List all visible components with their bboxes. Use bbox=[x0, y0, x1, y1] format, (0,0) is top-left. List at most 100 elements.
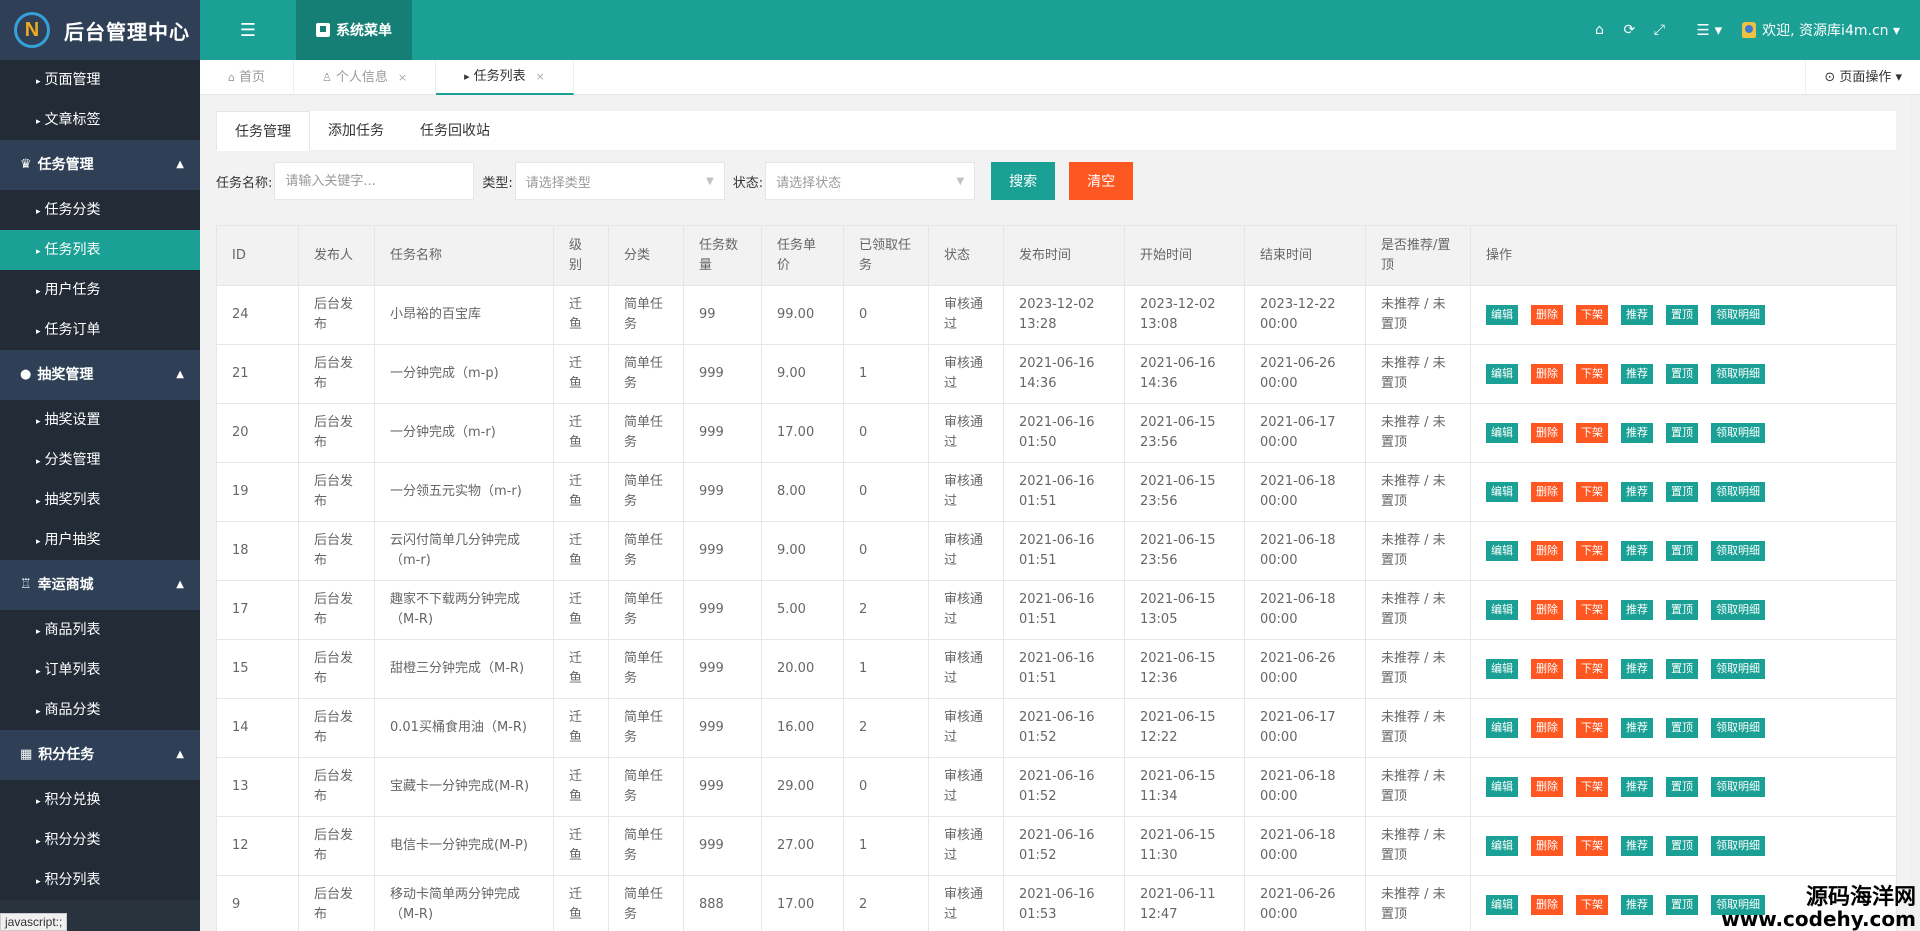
unlist-button[interactable]: 下架 bbox=[1576, 423, 1608, 443]
recommend-button[interactable]: 推荐 bbox=[1621, 895, 1653, 915]
sidebar-item-user-task[interactable]: ▸ 用户任务 bbox=[0, 270, 200, 310]
recommend-button[interactable]: 推荐 bbox=[1621, 541, 1653, 561]
edit-button[interactable]: 编辑 bbox=[1486, 600, 1518, 620]
tab-task-list[interactable]: ▸ 任务列表 × bbox=[436, 60, 574, 95]
unlist-button[interactable]: 下架 bbox=[1576, 836, 1608, 856]
edit-button[interactable]: 编辑 bbox=[1486, 482, 1518, 502]
pin-top-button[interactable]: 置顶 bbox=[1666, 423, 1698, 443]
unlist-button[interactable]: 下架 bbox=[1576, 895, 1608, 915]
logo-area[interactable]: N 后台管理中心 bbox=[0, 0, 200, 60]
sidebar-item-points-category[interactable]: ▸ 积分分类 bbox=[0, 820, 200, 860]
tab-task-manage[interactable]: 任务管理 bbox=[216, 111, 310, 151]
refresh-icon[interactable]: ⟳ bbox=[1614, 22, 1644, 38]
edit-button[interactable]: 编辑 bbox=[1486, 305, 1518, 325]
claim-detail-button[interactable]: 领取明细 bbox=[1711, 836, 1765, 856]
pin-top-button[interactable]: 置顶 bbox=[1666, 364, 1698, 384]
sidebar-item-task-category[interactable]: ▸ 任务分类 bbox=[0, 190, 200, 230]
claim-detail-button[interactable]: 领取明细 bbox=[1711, 659, 1765, 679]
search-button[interactable]: 搜索 bbox=[991, 162, 1056, 200]
recommend-button[interactable]: 推荐 bbox=[1621, 659, 1653, 679]
fullscreen-icon[interactable]: ⤢ bbox=[1644, 22, 1674, 38]
sidebar-item-product-category[interactable]: ▸ 商品分类 bbox=[0, 690, 200, 730]
delete-button[interactable]: 删除 bbox=[1531, 541, 1563, 561]
task-name-input[interactable] bbox=[274, 162, 475, 200]
edit-button[interactable]: 编辑 bbox=[1486, 836, 1518, 856]
claim-detail-button[interactable]: 领取明细 bbox=[1711, 718, 1765, 738]
pin-top-button[interactable]: 置顶 bbox=[1666, 305, 1698, 325]
sidebar-group-lucky-mall[interactable]: ♖ 幸运商城 ▲ bbox=[0, 560, 200, 610]
claim-detail-button[interactable]: 领取明细 bbox=[1711, 305, 1765, 325]
recommend-button[interactable]: 推荐 bbox=[1621, 482, 1653, 502]
delete-button[interactable]: 删除 bbox=[1531, 600, 1563, 620]
delete-button[interactable]: 删除 bbox=[1531, 364, 1563, 384]
sidebar-item-page-manage[interactable]: ▸ 页面管理 bbox=[0, 60, 200, 100]
sidebar-item-order-list[interactable]: ▸ 订单列表 bbox=[0, 650, 200, 690]
edit-button[interactable]: 编辑 bbox=[1486, 423, 1518, 443]
sidebar-item-points-exchange[interactable]: ▸ 积分兑换 bbox=[0, 780, 200, 820]
unlist-button[interactable]: 下架 bbox=[1576, 659, 1608, 679]
pin-top-button[interactable]: 置顶 bbox=[1666, 482, 1698, 502]
delete-button[interactable]: 删除 bbox=[1531, 482, 1563, 502]
unlist-button[interactable]: 下架 bbox=[1576, 777, 1608, 797]
edit-button[interactable]: 编辑 bbox=[1486, 777, 1518, 797]
page-scrollbar[interactable] bbox=[1910, 95, 1920, 931]
pin-top-button[interactable]: 置顶 bbox=[1666, 659, 1698, 679]
system-menu-button[interactable]: 系统菜单 bbox=[296, 0, 412, 60]
unlist-button[interactable]: 下架 bbox=[1576, 482, 1608, 502]
type-select[interactable]: 请选择类型 ▼ bbox=[514, 162, 725, 200]
delete-button[interactable]: 删除 bbox=[1531, 305, 1563, 325]
list-menu-icon[interactable]: ☰ ▾ bbox=[1696, 21, 1722, 39]
delete-button[interactable]: 删除 bbox=[1531, 895, 1563, 915]
sidebar-item-task-order[interactable]: ▸ 任务订单 bbox=[0, 310, 200, 350]
edit-button[interactable]: 编辑 bbox=[1486, 718, 1518, 738]
unlist-button[interactable]: 下架 bbox=[1576, 364, 1608, 384]
delete-button[interactable]: 删除 bbox=[1531, 836, 1563, 856]
unlist-button[interactable]: 下架 bbox=[1576, 600, 1608, 620]
sidebar-item-task-list[interactable]: ▸ 任务列表 bbox=[0, 230, 200, 270]
pin-top-button[interactable]: 置顶 bbox=[1666, 718, 1698, 738]
claim-detail-button[interactable]: 领取明细 bbox=[1711, 541, 1765, 561]
tab-profile[interactable]: ♙ 个人信息 × bbox=[294, 60, 437, 95]
recommend-button[interactable]: 推荐 bbox=[1621, 305, 1653, 325]
sidebar-item-lottery-settings[interactable]: ▸ 抽奖设置 bbox=[0, 400, 200, 440]
tab-task-recycle[interactable]: 任务回收站 bbox=[402, 111, 508, 151]
status-select[interactable]: 请选择状态 ▼ bbox=[765, 162, 976, 200]
sidebar-item-lottery-list[interactable]: ▸ 抽奖列表 bbox=[0, 480, 200, 520]
sidebar-group-points-task[interactable]: ▦ 积分任务 ▲ bbox=[0, 730, 200, 780]
edit-button[interactable]: 编辑 bbox=[1486, 659, 1518, 679]
pin-top-button[interactable]: 置顶 bbox=[1666, 541, 1698, 561]
menu-toggle-button[interactable]: ☰ bbox=[200, 0, 296, 60]
sidebar-group-task[interactable]: ♛ 任务管理 ▲ bbox=[0, 140, 200, 190]
delete-button[interactable]: 删除 bbox=[1531, 423, 1563, 443]
edit-button[interactable]: 编辑 bbox=[1486, 895, 1518, 915]
claim-detail-button[interactable]: 领取明细 bbox=[1711, 482, 1765, 502]
edit-button[interactable]: 编辑 bbox=[1486, 364, 1518, 384]
sidebar-item-article-tags[interactable]: ▸ 文章标签 bbox=[0, 100, 200, 140]
pin-top-button[interactable]: 置顶 bbox=[1666, 777, 1698, 797]
pin-top-button[interactable]: 置顶 bbox=[1666, 600, 1698, 620]
claim-detail-button[interactable]: 领取明细 bbox=[1711, 364, 1765, 384]
delete-button[interactable]: 删除 bbox=[1531, 659, 1563, 679]
close-icon[interactable]: × bbox=[398, 61, 407, 95]
pin-top-button[interactable]: 置顶 bbox=[1666, 895, 1698, 915]
recommend-button[interactable]: 推荐 bbox=[1621, 600, 1653, 620]
pin-top-button[interactable]: 置顶 bbox=[1666, 836, 1698, 856]
tab-add-task[interactable]: 添加任务 bbox=[310, 111, 402, 151]
recommend-button[interactable]: 推荐 bbox=[1621, 423, 1653, 443]
home-icon[interactable]: ⌂ bbox=[1584, 22, 1614, 38]
delete-button[interactable]: 删除 bbox=[1531, 718, 1563, 738]
close-icon[interactable]: × bbox=[536, 60, 545, 94]
unlist-button[interactable]: 下架 bbox=[1576, 541, 1608, 561]
recommend-button[interactable]: 推荐 bbox=[1621, 777, 1653, 797]
recommend-button[interactable]: 推荐 bbox=[1621, 718, 1653, 738]
sidebar-group-lottery[interactable]: ● 抽奖管理 ▲ bbox=[0, 350, 200, 400]
claim-detail-button[interactable]: 领取明细 bbox=[1711, 423, 1765, 443]
claim-detail-button[interactable]: 领取明细 bbox=[1711, 600, 1765, 620]
sidebar-item-user-lottery[interactable]: ▸ 用户抽奖 bbox=[0, 520, 200, 560]
delete-button[interactable]: 删除 bbox=[1531, 777, 1563, 797]
edit-button[interactable]: 编辑 bbox=[1486, 541, 1518, 561]
sidebar-item-points-list[interactable]: ▸ 积分列表 bbox=[0, 860, 200, 900]
sidebar-item-category-manage[interactable]: ▸ 分类管理 bbox=[0, 440, 200, 480]
sidebar-item-product-list[interactable]: ▸ 商品列表 bbox=[0, 610, 200, 650]
unlist-button[interactable]: 下架 bbox=[1576, 718, 1608, 738]
